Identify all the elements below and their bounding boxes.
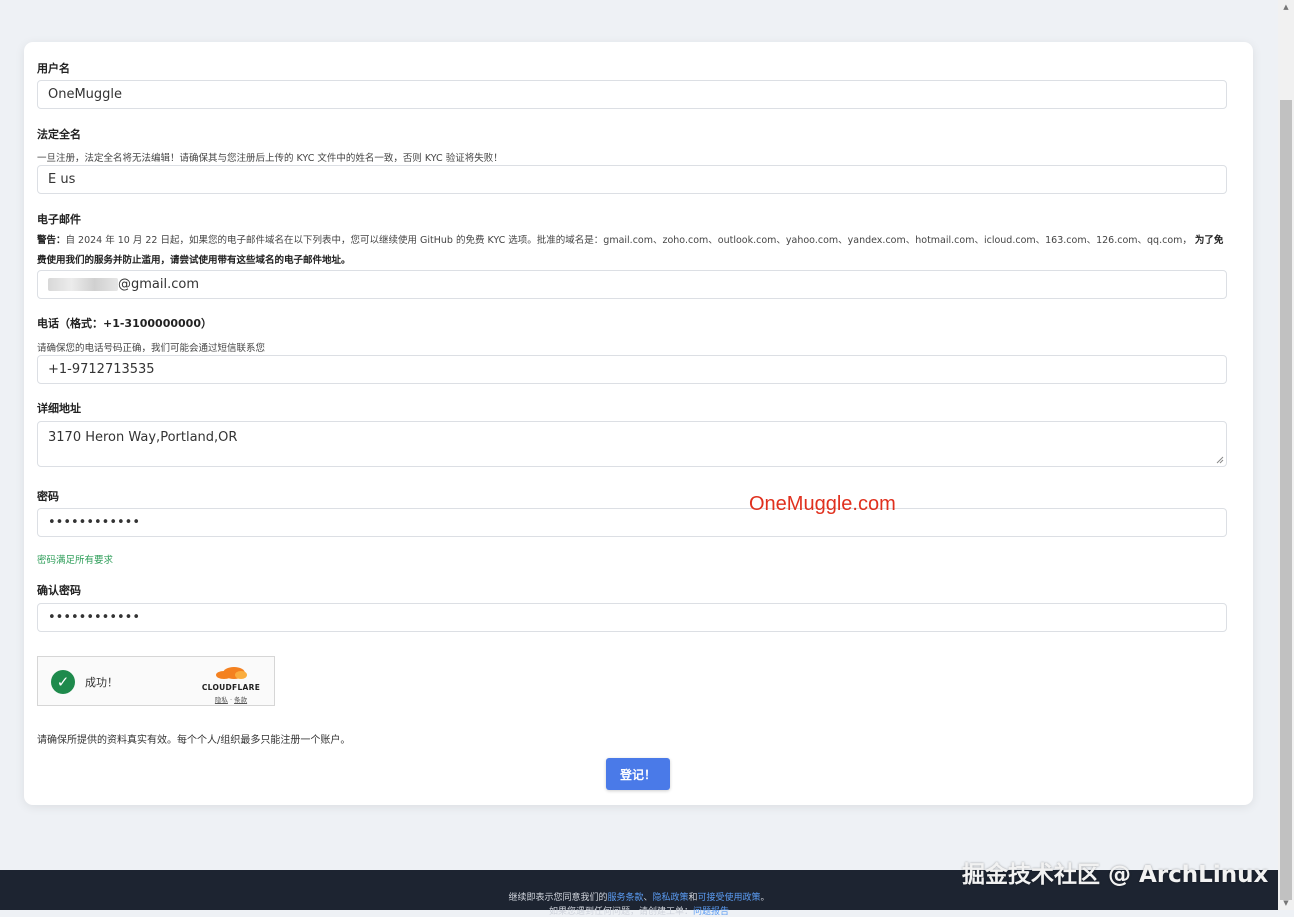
email-domain: @gmail.com bbox=[118, 277, 200, 292]
registration-note: 请确保所提供的资料真实有效。每个个人/组织最多只能注册一个账户。 bbox=[37, 735, 351, 746]
fullname-help: 一旦注册，法定全名将无法编辑！请确保其与您注册后上传的 KYC 文件中的姓名一致… bbox=[37, 153, 503, 164]
captcha-status: 成功！ bbox=[85, 676, 118, 689]
check-icon: ✓ bbox=[51, 670, 75, 694]
footer-agreement-prefix: 继续即表示您同意我们的 bbox=[508, 893, 608, 903]
footer-and: 和 bbox=[688, 893, 698, 903]
aup-link[interactable]: 可接受使用政策 bbox=[698, 893, 761, 903]
address-value: 3170 Heron Way,Portland,OR bbox=[48, 430, 238, 445]
issue-report-link[interactable]: 问题报告 bbox=[693, 907, 729, 917]
phone-input[interactable]: +1-9712713535 bbox=[37, 355, 1227, 384]
page: 用户名 OneMuggle 法定全名 一旦注册，法定全名将无法编辑！请确保其与您… bbox=[0, 0, 1278, 917]
username-label: 用户名 bbox=[37, 62, 70, 75]
email-label: 电子邮件 bbox=[37, 213, 81, 226]
username-input[interactable]: OneMuggle bbox=[37, 80, 1227, 109]
corner-watermark: 掘金技术社区 @ ArchLinux bbox=[962, 862, 1269, 888]
email-warning: 警告：自 2024 年 10 月 22 日起，如果您的电子邮件域名在以下列表中，… bbox=[37, 231, 1227, 271]
phone-help: 请确保您的电话号码正确，我们可能会通过短信联系您 bbox=[37, 343, 266, 354]
confirm-password-label: 确认密码 bbox=[37, 584, 81, 597]
footer-agreement: 继续即表示您同意我们的服务条款、隐私政策和可接受使用政策。 bbox=[0, 890, 1278, 903]
cloudflare-wordmark: CLOUDFLARE bbox=[201, 683, 261, 692]
register-button[interactable]: 登记！ bbox=[606, 758, 670, 790]
captcha-privacy-link[interactable]: 隐私 bbox=[215, 696, 228, 704]
footer-issue-prefix: 如果您遇到任何问题，请创建工单： bbox=[548, 907, 693, 917]
scroll-up-icon[interactable]: ▲ bbox=[1278, 0, 1294, 14]
captcha-links: 隐私 · 条款 bbox=[200, 694, 262, 704]
footer-issue: 如果您遇到任何问题，请创建工单：问题报告 bbox=[0, 904, 1278, 917]
phone-label: 电话（格式：+1-3100000000） bbox=[37, 317, 212, 330]
privacy-link[interactable]: 隐私政策 bbox=[652, 893, 688, 903]
vertical-scrollbar[interactable]: ▲ ▼ bbox=[1278, 0, 1294, 910]
email-warning-prefix: 警告： bbox=[37, 235, 66, 246]
scrollbar-thumb[interactable] bbox=[1280, 100, 1292, 900]
fullname-label: 法定全名 bbox=[37, 128, 81, 141]
site-watermark: OneMuggle.com bbox=[749, 493, 896, 515]
scroll-down-icon[interactable]: ▼ bbox=[1278, 896, 1294, 910]
fullname-input[interactable]: E us bbox=[37, 165, 1227, 194]
password-status: 密码满足所有要求 bbox=[37, 555, 114, 566]
footer-end: 。 bbox=[760, 893, 770, 903]
registration-form: 用户名 OneMuggle 法定全名 一旦注册，法定全名将无法编辑！请确保其与您… bbox=[24, 42, 1253, 805]
cloudflare-logo: CLOUDFLARE 隐私 · 条款 bbox=[200, 664, 262, 704]
password-label: 密码 bbox=[37, 490, 59, 503]
email-input[interactable]: @gmail.com bbox=[37, 270, 1227, 299]
captcha-terms-link[interactable]: 条款 bbox=[234, 696, 247, 704]
confirm-password-input[interactable]: •••••••••••• bbox=[37, 603, 1227, 632]
password-input[interactable]: •••••••••••• bbox=[37, 508, 1227, 537]
captcha-widget[interactable]: ✓ 成功！ CLOUDFLARE 隐私 · 条款 bbox=[37, 656, 275, 706]
cloud-icon bbox=[216, 667, 247, 679]
address-label: 详细地址 bbox=[37, 402, 81, 415]
resize-handle-icon[interactable] bbox=[1216, 456, 1224, 464]
email-warning-text: 自 2024 年 10 月 22 日起，如果您的电子邮件域名在以下列表中，您可以… bbox=[65, 235, 1192, 246]
address-textarea[interactable]: 3170 Heron Way,Portland,OR bbox=[37, 421, 1227, 467]
email-redacted bbox=[48, 278, 118, 291]
terms-link[interactable]: 服务条款 bbox=[607, 893, 643, 903]
